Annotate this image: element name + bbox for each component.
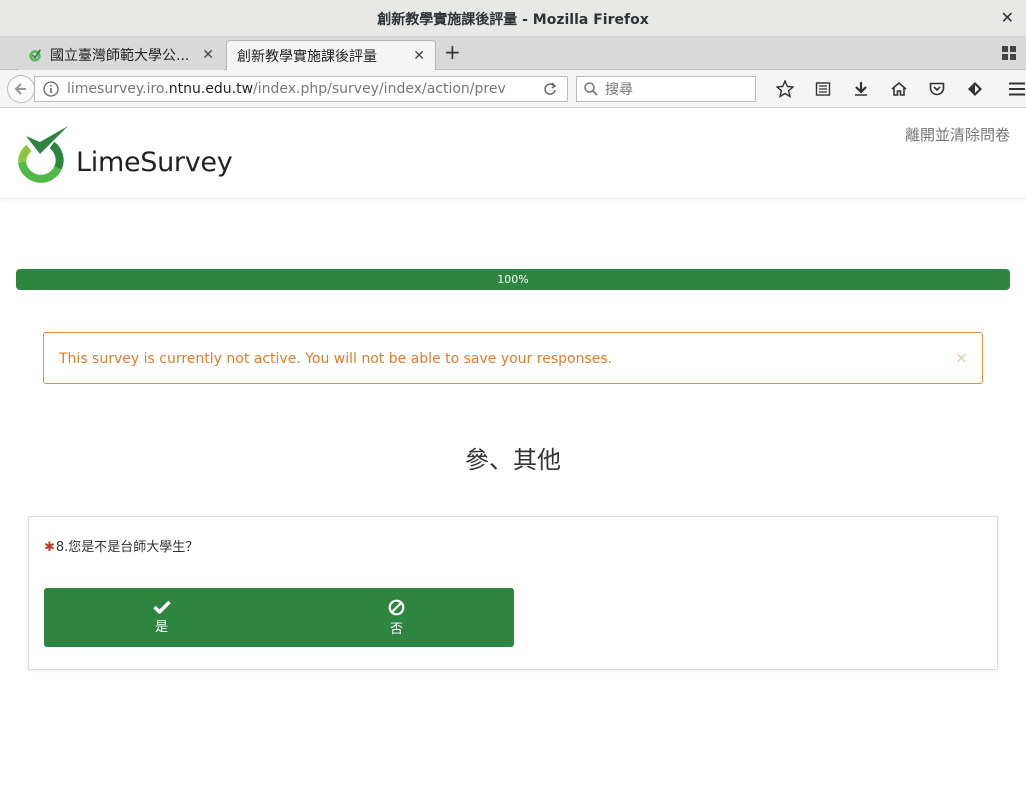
toolbar-icons: [766, 80, 1026, 98]
check-icon: [152, 600, 171, 614]
limesurvey-logo[interactable]: LimeSurvey: [14, 124, 233, 186]
tab-label: 國立臺灣師範大學公...: [50, 48, 190, 64]
progress-fill: 100%: [16, 269, 1010, 290]
yes-no-button-group: 是 否: [44, 588, 514, 647]
survey-progress-bar: 100%: [16, 269, 1010, 290]
ban-icon: [388, 599, 405, 615]
answer-yes-label: 是: [154, 620, 168, 635]
progress-label: 100%: [497, 273, 529, 286]
tab-bar: 國立臺灣師範大學公... ✕ 創新教學實施課後評量 ✕: [0, 37, 1026, 70]
home-icon[interactable]: [880, 80, 918, 98]
question-label: 8.您是不是台師大學生？: [55, 540, 199, 555]
bookmark-star-icon[interactable]: [766, 80, 804, 98]
search-icon: [584, 82, 598, 96]
tab-survey[interactable]: 創新教學實施課後評量 ✕: [226, 40, 436, 70]
alert-message: This survey is currently not active. You…: [59, 351, 613, 367]
pocket-icon[interactable]: [918, 80, 956, 98]
answer-no-label: 否: [389, 621, 403, 637]
back-arrow-icon: [14, 83, 26, 95]
question-text: ✱8.您是不是台師大學生？: [44, 536, 198, 555]
search-input[interactable]: 搜尋: [605, 79, 633, 99]
question-group-title: 參、其他: [465, 446, 561, 474]
new-tab-icon[interactable]: +: [444, 40, 461, 64]
inactive-survey-alert: This survey is currently not active. You…: [43, 332, 983, 384]
url-host: limesurvey.iro.: [67, 81, 169, 97]
tab-close-icon[interactable]: ✕: [202, 47, 214, 63]
url-domain: ntnu.edu.tw: [168, 81, 254, 97]
answer-no-button[interactable]: 否: [279, 588, 514, 647]
limesurvey-logo-icon: [18, 126, 68, 183]
question-container: ✱8.您是不是台師大學生？ 是 否: [28, 516, 998, 670]
exit-and-clear-link[interactable]: 離開並清除問卷: [905, 124, 1010, 145]
tab-list-icon[interactable]: [1002, 46, 1016, 60]
back-button[interactable]: [7, 75, 35, 103]
search-bar[interactable]: 搜尋: [576, 76, 756, 102]
window-titlebar: 創新教學實施課後評量 - Mozilla Firefox ✕: [0, 0, 1026, 37]
reload-icon[interactable]: [543, 82, 557, 96]
survey-header: LimeSurvey 離開並清除問卷: [0, 108, 1026, 199]
window-close-icon[interactable]: ✕: [1001, 8, 1014, 27]
limesurvey-favicon-icon: [29, 49, 41, 62]
alert-close-icon[interactable]: ×: [955, 348, 968, 367]
page-content: LimeSurvey 離開並清除問卷 100% This survey is c…: [0, 108, 1026, 807]
tab-ntnu[interactable]: 國立臺灣師範大學公... ✕: [18, 40, 224, 70]
extension-icon[interactable]: [956, 80, 994, 98]
menu-icon[interactable]: [998, 80, 1026, 98]
tab-close-icon[interactable]: ✕: [413, 48, 425, 64]
url-path: /index.php/survey/index/action/previewqu…: [253, 81, 507, 97]
window-title: 創新教學實施課後評量 - Mozilla Firefox: [377, 12, 649, 28]
info-icon[interactable]: [43, 81, 59, 97]
answer-yes-button[interactable]: 是: [44, 588, 279, 647]
navigation-bar: limesurvey.iro.ntnu.edu.tw/index.php/sur…: [0, 70, 1026, 108]
reading-list-icon[interactable]: [804, 80, 842, 98]
required-asterisk-icon: ✱: [44, 540, 55, 555]
download-icon[interactable]: [842, 80, 880, 98]
url-bar[interactable]: limesurvey.iro.ntnu.edu.tw/index.php/sur…: [34, 76, 568, 102]
url-text[interactable]: limesurvey.iro.ntnu.edu.tw/index.php/sur…: [67, 81, 507, 97]
tab-label: 創新教學實施課後評量: [237, 48, 377, 65]
logo-text: LimeSurvey: [76, 146, 233, 178]
